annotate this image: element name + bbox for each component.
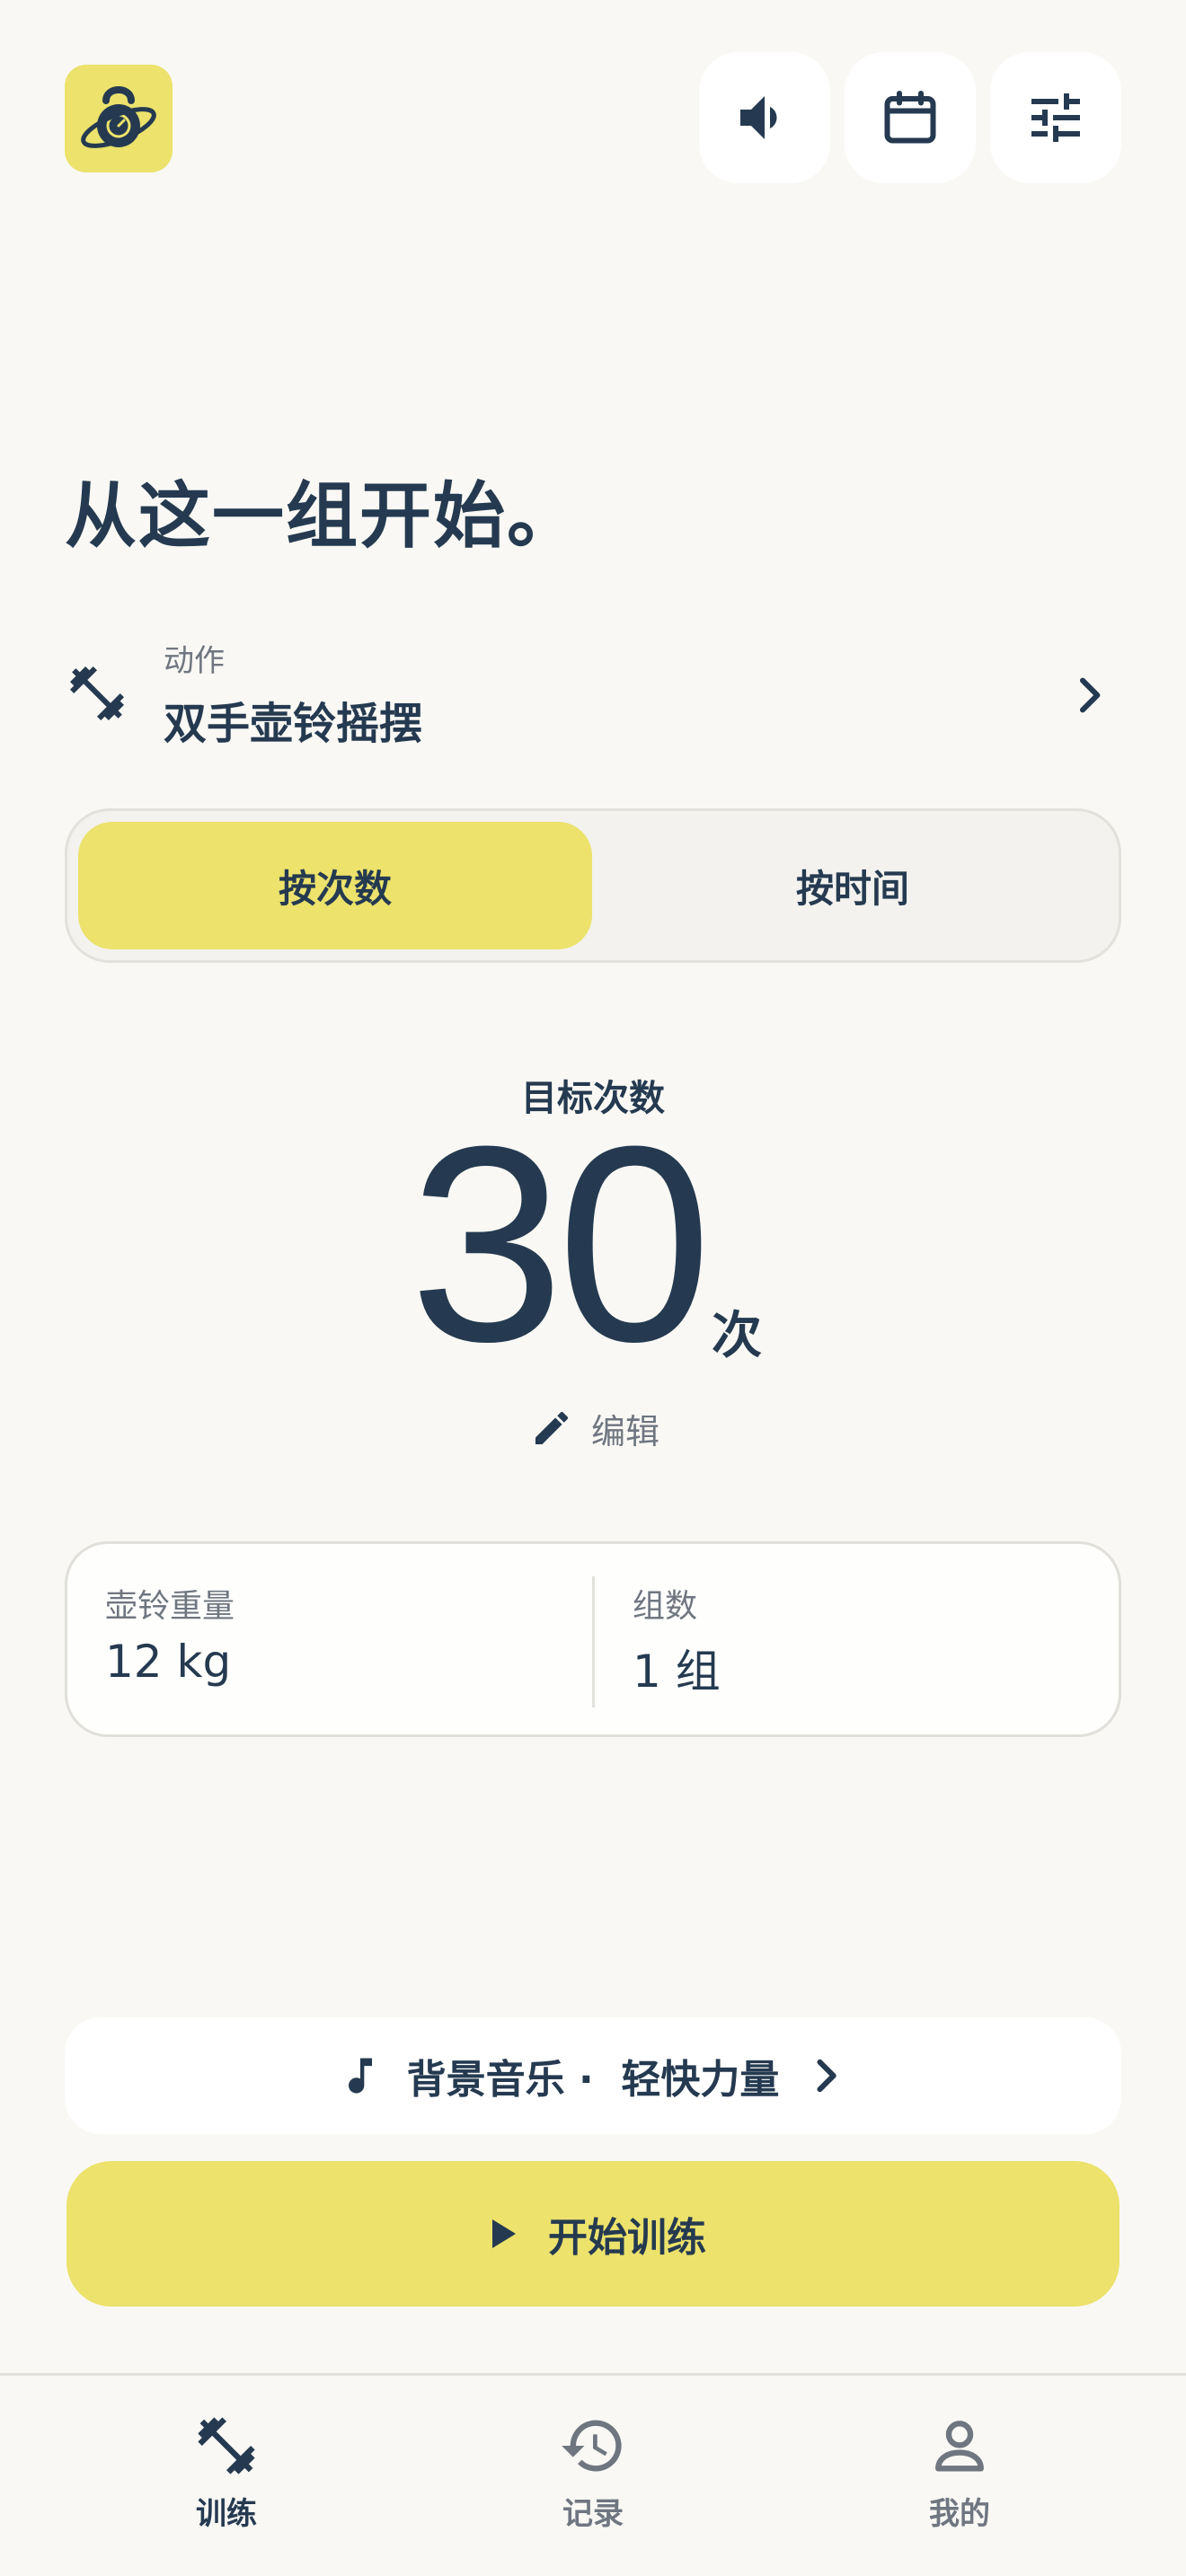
nav-label: 我的: [929, 2496, 990, 2532]
weight-label: 壶铃重量: [105, 1588, 235, 1625]
nav-label: 记录: [562, 2496, 624, 2532]
exercise-label: 动作: [164, 643, 225, 679]
mode-option-reps[interactable]: 按次数: [78, 822, 592, 949]
person-icon: [935, 2421, 984, 2472]
exercise-selector[interactable]: 动作 双手壶铃摇摆: [65, 629, 1121, 763]
sound-button[interactable]: [699, 52, 830, 183]
sets-label: 组数: [633, 1588, 698, 1625]
start-label: 开始训练: [548, 2215, 706, 2261]
nav-item-profile[interactable]: 我的: [825, 2412, 1094, 2546]
pencil-icon: [535, 1411, 569, 1444]
edit-button[interactable]: 编辑: [530, 1401, 659, 1455]
music-label: 背景音乐 · 轻快力量: [406, 2057, 780, 2103]
edit-label: 编辑: [591, 1411, 660, 1451]
chevron-right-icon: [817, 2059, 837, 2093]
sets-value: 1 组: [633, 1645, 721, 1698]
target-unit: 次: [712, 1307, 762, 1365]
calendar-button[interactable]: [845, 52, 976, 183]
volume-icon: [740, 96, 777, 139]
nav-label: 训练: [196, 2496, 257, 2532]
music-note-icon: [348, 2058, 372, 2094]
exercise-value: 双手壶铃摇摆: [164, 699, 423, 749]
mode-option-time[interactable]: 按时间: [596, 822, 1110, 949]
background-music-button[interactable]: 背景音乐 · 轻快力量: [65, 2017, 1121, 2134]
page-title: 从这一组开始。: [65, 474, 580, 558]
nav-item-training[interactable]: 训练: [92, 2412, 361, 2546]
weight-field[interactable]: 壶铃重量 12 kg: [67, 1544, 592, 1734]
weight-value: 12 kg: [105, 1636, 232, 1688]
dumbbell-icon: [198, 2417, 255, 2475]
kettlebell-planet-logo-icon: [81, 86, 156, 148]
play-icon: [492, 2219, 516, 2248]
history-icon: [562, 2420, 622, 2472]
mode-toggle: 按次数 按时间: [65, 808, 1121, 963]
sets-field[interactable]: 组数 1 组: [595, 1544, 1119, 1734]
settings-button[interactable]: [990, 52, 1121, 183]
target-value: 30: [409, 1088, 712, 1399]
app-logo: [65, 65, 173, 172]
bottom-nav: 训练 记录 我的: [0, 2373, 1186, 2576]
params-card: 壶铃重量 12 kg 组数 1 组: [65, 1541, 1121, 1737]
sliders-icon: [1031, 93, 1080, 142]
calendar-icon: [884, 91, 936, 144]
dumbbell-icon: [70, 666, 124, 720]
start-training-button[interactable]: 开始训练: [66, 2161, 1120, 2307]
chevron-right-icon: [1079, 677, 1101, 713]
nav-item-history[interactable]: 记录: [458, 2412, 728, 2546]
